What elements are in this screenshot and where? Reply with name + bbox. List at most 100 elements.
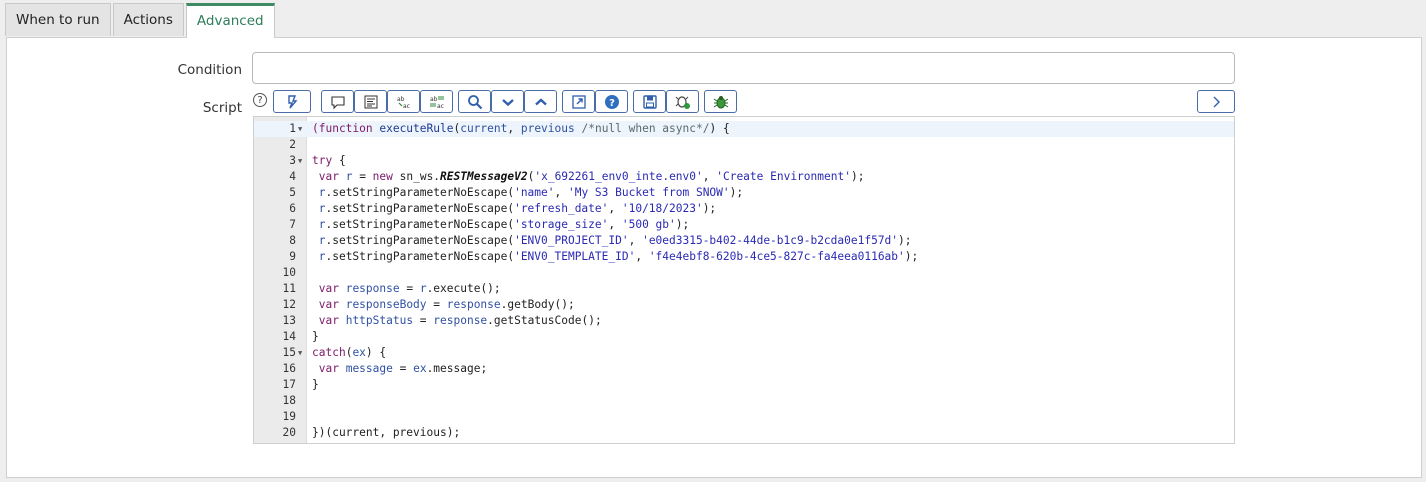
line-number: 8: [289, 234, 296, 247]
code-text: r.setStringParameterNoEscape('refresh_da…: [312, 202, 717, 215]
replace-all-icon: abac: [429, 96, 444, 110]
replace-icon: abac: [397, 96, 410, 110]
tab-bar: When to run Actions Advanced: [5, 3, 277, 38]
code-line[interactable]: 19: [254, 409, 1234, 425]
code-text: r.setStringParameterNoEscape('storage_si…: [312, 218, 690, 231]
condition-input[interactable]: [252, 52, 1235, 84]
code-text: var response = r.execute();: [312, 282, 501, 295]
code-line[interactable]: 11 var response = r.execute();: [254, 281, 1234, 297]
code-text: r.setStringParameterNoEscape('name', 'My…: [312, 186, 744, 199]
line-number: 9: [289, 250, 296, 263]
code-line[interactable]: 2: [254, 137, 1234, 153]
help-icon: ?: [604, 94, 619, 109]
line-number: 16: [282, 362, 296, 375]
svg-text:ac: ac: [437, 103, 444, 110]
svg-text:?: ?: [609, 98, 615, 109]
code-line[interactable]: 20 })(current, previous);: [254, 425, 1234, 441]
svg-text:ab: ab: [430, 96, 438, 103]
line-number: 20: [282, 426, 296, 439]
line-number: 5: [289, 186, 296, 199]
code-line[interactable]: 17}: [254, 377, 1234, 393]
code-line[interactable]: 10: [254, 265, 1234, 281]
bug-icon: [713, 95, 728, 108]
save-button[interactable]: [633, 90, 666, 113]
next-button[interactable]: [491, 90, 524, 113]
code-line[interactable]: 12 var responseBody = response.getBody()…: [254, 297, 1234, 313]
fold-arrow-icon[interactable]: ▼: [298, 153, 302, 169]
replace-button[interactable]: ab ac: [387, 90, 420, 113]
collapse-toolbar-button[interactable]: [1197, 90, 1235, 113]
line-number: 2: [289, 138, 296, 151]
script-label: Script: [202, 100, 242, 116]
code-line[interactable]: 14}: [254, 329, 1234, 345]
code-line[interactable]: 1 ▼ (function executeRule(current, previou…: [254, 121, 1234, 137]
code-text: r.setStringParameterNoEscape('ENV0_TEMPL…: [312, 250, 919, 263]
toggle-syntax-button[interactable]: [273, 90, 311, 113]
code-text: var r = new sn_ws.RESTMessageV2('x_69226…: [312, 170, 865, 183]
code-text: catch(ex) {: [312, 346, 387, 359]
comment-icon: [330, 95, 345, 109]
code-line[interactable]: 13 var httpStatus = response.getStatusCo…: [254, 313, 1234, 329]
save-icon: [642, 94, 657, 109]
svg-text:ac: ac: [403, 103, 410, 110]
line-number: 15: [282, 346, 296, 359]
format-code-icon: [364, 95, 377, 108]
script-debugger-button[interactable]: [666, 90, 699, 113]
chevron-right-icon: [1213, 96, 1220, 107]
tab-actions[interactable]: Actions: [112, 3, 184, 36]
line-number: 7: [289, 218, 296, 231]
expand-icon: [571, 94, 586, 109]
fold-arrow-icon[interactable]: ▼: [298, 345, 302, 361]
code-text: r.setStringParameterNoEscape('ENV0_PROJE…: [312, 234, 912, 247]
line-number: 18: [282, 394, 296, 407]
tab-advanced[interactable]: Advanced: [185, 3, 275, 38]
format-code-button[interactable]: [354, 90, 387, 113]
code-line[interactable]: 7 r.setStringParameterNoEscape('storage_…: [254, 217, 1234, 233]
code-line[interactable]: 5 r.setStringParameterNoEscape('name', '…: [254, 185, 1234, 201]
code-line[interactable]: 18: [254, 393, 1234, 409]
line-number: 4: [289, 170, 296, 183]
comment-button[interactable]: [321, 90, 354, 113]
line-number: 12: [282, 298, 296, 311]
replace-all-button[interactable]: ab ac: [420, 90, 453, 113]
code-line[interactable]: 4 var r = new sn_ws.RESTMessageV2('x_692…: [254, 169, 1234, 185]
script-editor[interactable]: 1 ▼ (function executeRule(current, previou…: [253, 116, 1235, 444]
condition-label: Condition: [177, 62, 242, 78]
code-line[interactable]: 8 r.setStringParameterNoEscape('ENV0_PRO…: [254, 233, 1234, 249]
line-number: 19: [282, 410, 296, 423]
code-line[interactable]: 9 r.setStringParameterNoEscape('ENV0_TEM…: [254, 249, 1234, 265]
syntax-toggle-icon: [288, 94, 298, 108]
code-text: }: [312, 378, 319, 391]
code-text: try {: [312, 154, 346, 167]
debug-icon: [675, 95, 690, 109]
fold-arrow-icon[interactable]: ▼: [298, 121, 302, 137]
line-number: 13: [282, 314, 296, 327]
code-text: })(current, previous);: [312, 426, 461, 439]
line-number: 6: [289, 202, 296, 215]
script-tracer-button[interactable]: [704, 90, 737, 113]
fullscreen-button[interactable]: [562, 90, 595, 113]
line-number: 3: [289, 154, 296, 167]
line-number: 11: [282, 282, 296, 295]
code-text: }: [312, 330, 319, 343]
code-line[interactable]: 6 r.setStringParameterNoEscape('refresh_…: [254, 201, 1234, 217]
line-number: 1: [289, 122, 296, 135]
help-button[interactable]: ?: [595, 90, 628, 113]
code-line[interactable]: 3 ▼ try {: [254, 153, 1234, 169]
code-line[interactable]: 16 var message = ex.message;: [254, 361, 1234, 377]
line-number: 14: [282, 330, 296, 343]
line-number: 17: [282, 378, 296, 391]
help-icon[interactable]: ?: [253, 93, 267, 107]
code-text: (function executeRule(current, previous …: [312, 122, 730, 135]
line-number: 10: [282, 266, 296, 279]
search-icon: [467, 94, 482, 109]
chevron-up-icon: [534, 97, 547, 105]
code-text: var httpStatus = response.getStatusCode(…: [312, 314, 602, 327]
search-button[interactable]: [458, 90, 491, 113]
code-line[interactable]: 15 ▼ catch(ex) {: [254, 345, 1234, 361]
code-text: var responseBody = response.getBody();: [312, 298, 575, 311]
svg-text:ab: ab: [397, 96, 405, 103]
tab-when-to-run[interactable]: When to run: [5, 3, 111, 36]
previous-button[interactable]: [524, 90, 557, 113]
chevron-down-icon: [501, 98, 514, 106]
